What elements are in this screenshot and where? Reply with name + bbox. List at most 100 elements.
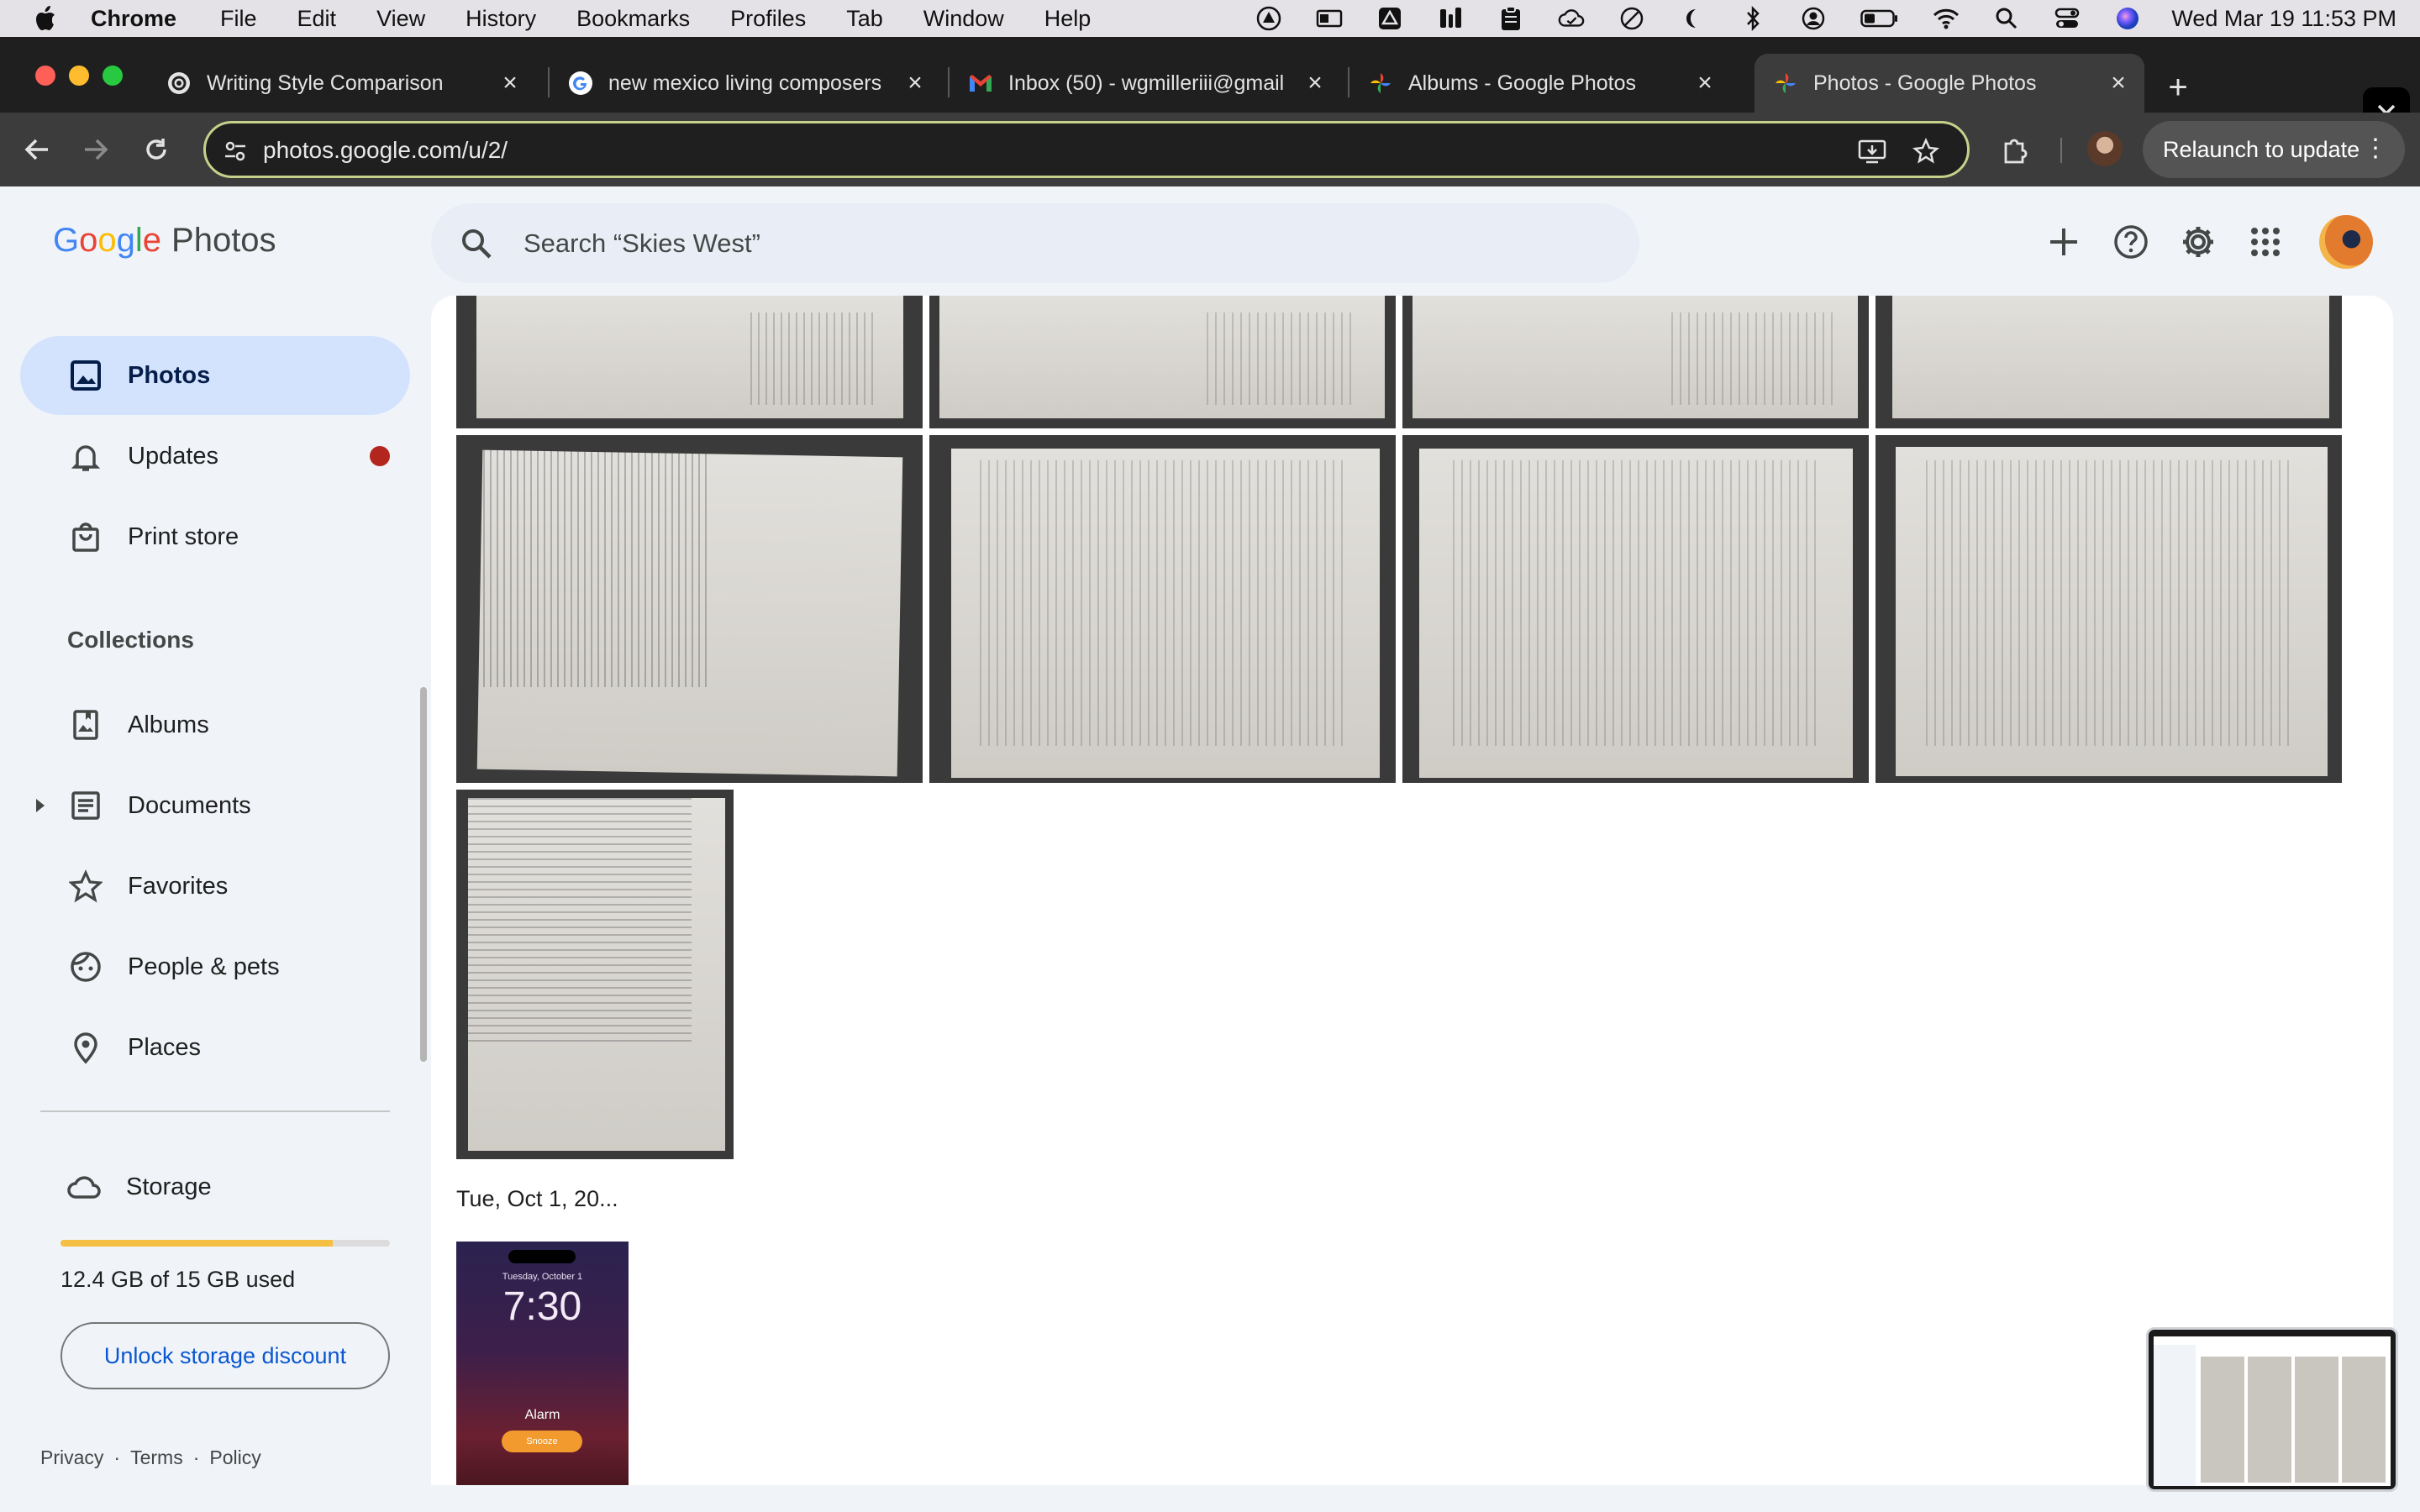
- cloud-sync-icon[interactable]: [1558, 6, 1585, 31]
- bar-chart-app-icon[interactable]: [1437, 6, 1464, 31]
- menu-edit[interactable]: Edit: [297, 6, 337, 32]
- install-app-icon[interactable]: [1858, 137, 1886, 165]
- menu-tab[interactable]: Tab: [846, 6, 883, 32]
- search-bar[interactable]: Search “Skies West”: [431, 203, 1639, 283]
- expand-arrow-icon[interactable]: [32, 797, 49, 814]
- phone-notch: [508, 1250, 576, 1263]
- bookmark-star-icon[interactable]: [1912, 137, 1940, 165]
- clipboard-icon[interactable]: [1497, 6, 1524, 31]
- chatgpt-icon: [166, 71, 192, 96]
- address-bar-url[interactable]: photos.google.com/u/2/: [263, 137, 508, 164]
- more-vert-icon[interactable]: ⋮: [2363, 134, 2388, 163]
- tab-google-search[interactable]: new mexico living composers ×: [550, 54, 941, 113]
- sidebar-item-updates[interactable]: Updates: [20, 417, 410, 496]
- sidebar-item-albums[interactable]: Albums: [20, 685, 410, 764]
- help-button[interactable]: [2111, 222, 2151, 262]
- sidebar-item-label: Documents: [128, 791, 251, 819]
- menu-bar-clock[interactable]: Wed Mar 19 11:53 PM: [2171, 6, 2396, 32]
- chrome-profile-avatar[interactable]: [2087, 131, 2123, 166]
- close-icon[interactable]: ×: [1302, 69, 1328, 97]
- phone-lock-time: 7:30: [502, 1284, 582, 1329]
- siri-icon[interactable]: [2114, 6, 2141, 31]
- face-icon: [67, 948, 104, 985]
- photo-thumbnail-alarm-screenshot[interactable]: Tuesday, October 1 7:30 Alarm Snooze: [456, 1242, 629, 1485]
- search-icon[interactable]: [460, 227, 493, 260]
- menu-window[interactable]: Window: [923, 6, 1004, 32]
- close-icon[interactable]: ×: [902, 69, 928, 97]
- screenshot-preview-thumbnail[interactable]: [2146, 1327, 2398, 1492]
- extensions-button[interactable]: [1996, 131, 2033, 168]
- photo-thumbnail[interactable]: [456, 296, 923, 428]
- photo-thumbnail[interactable]: [929, 296, 1396, 428]
- menu-app-name[interactable]: Chrome: [91, 6, 176, 32]
- photo-thumbnail[interactable]: [1402, 435, 1869, 783]
- wifi-icon[interactable]: [1933, 6, 1960, 31]
- google-account-avatar[interactable]: [2319, 215, 2373, 269]
- window-minimize-button[interactable]: [69, 66, 89, 86]
- new-tab-button[interactable]: +: [2161, 69, 2195, 106]
- sidebar-item-storage[interactable]: Storage: [20, 1147, 410, 1226]
- menu-bookmarks[interactable]: Bookmarks: [576, 6, 690, 32]
- reader-icon[interactable]: [1316, 6, 1343, 31]
- photo-thumbnail[interactable]: [456, 435, 923, 783]
- shopping-bag-icon: [67, 518, 104, 555]
- moon-icon[interactable]: [1679, 6, 1706, 31]
- close-icon[interactable]: ×: [1692, 69, 1718, 97]
- sidebar-item-print-store[interactable]: Print store: [20, 497, 410, 576]
- google-g-icon: [568, 71, 593, 96]
- photo-thumbnail[interactable]: [456, 790, 734, 1159]
- menu-help[interactable]: Help: [1044, 6, 1092, 32]
- site-info-icon[interactable]: [223, 139, 248, 164]
- tab-photos-google-photos[interactable]: Photos - Google Photos ×: [1754, 54, 2144, 113]
- battery-icon[interactable]: [1860, 6, 1899, 31]
- apple-logo-icon[interactable]: [32, 4, 57, 33]
- settings-button[interactable]: [2178, 222, 2218, 262]
- delta-icon[interactable]: [1255, 6, 1282, 31]
- policy-link[interactable]: Policy: [209, 1446, 260, 1469]
- sidebar-scrollbar[interactable]: [420, 687, 427, 1062]
- tab-gmail-inbox[interactable]: Inbox (50) - wgmilleriii@gmail ×: [950, 54, 1341, 113]
- window-zoom-button[interactable]: [103, 66, 123, 86]
- unlock-storage-discount-button[interactable]: Unlock storage discount: [60, 1322, 390, 1389]
- privacy-link[interactable]: Privacy: [40, 1446, 103, 1469]
- photo-thumbnail[interactable]: [1876, 296, 2342, 428]
- google-drive-icon[interactable]: [1376, 6, 1403, 31]
- window-close-button[interactable]: [35, 66, 55, 86]
- storage-usage-text: 12.4 GB of 15 GB used: [60, 1267, 296, 1292]
- close-icon[interactable]: ×: [497, 69, 523, 97]
- reload-button[interactable]: [138, 131, 175, 168]
- menu-history[interactable]: History: [466, 6, 536, 32]
- footer-links: Privacy · Terms · Policy: [40, 1446, 261, 1469]
- sidebar-item-people-pets[interactable]: People & pets: [20, 927, 410, 1006]
- tab-writing-style[interactable]: Writing Style Comparison ×: [148, 54, 536, 113]
- google-photos-icon: [1368, 71, 1393, 96]
- photo-thumbnail[interactable]: [1876, 435, 2342, 783]
- control-center-icon[interactable]: [2054, 6, 2081, 31]
- google-apps-button[interactable]: [2245, 222, 2286, 262]
- photo-thumbnail[interactable]: [1402, 296, 1869, 428]
- forward-button[interactable]: [77, 131, 114, 168]
- spotlight-search-icon[interactable]: [1993, 6, 2020, 31]
- relaunch-to-update-button[interactable]: Relaunch to update ⋮: [2143, 121, 2405, 178]
- tab-title: new mexico living composers: [608, 71, 882, 95]
- address-bar[interactable]: photos.google.com/u/2/: [203, 121, 1970, 178]
- sidebar-item-favorites[interactable]: Favorites: [20, 847, 410, 926]
- create-button[interactable]: [2044, 222, 2084, 262]
- sidebar-item-places[interactable]: Places: [20, 1008, 410, 1087]
- menu-view[interactable]: View: [376, 6, 425, 32]
- sidebar-item-photos[interactable]: Photos: [20, 336, 410, 415]
- google-photos-icon: [1773, 71, 1798, 96]
- do-not-disturb-icon[interactable]: [1618, 6, 1645, 31]
- puzzle-piece-icon: [2004, 139, 2028, 164]
- terms-link[interactable]: Terms: [130, 1446, 183, 1469]
- photo-thumbnail[interactable]: [929, 435, 1396, 783]
- close-icon[interactable]: ×: [2106, 69, 2131, 97]
- menu-profiles[interactable]: Profiles: [730, 6, 806, 32]
- sidebar-item-documents[interactable]: Documents: [20, 766, 410, 845]
- bluetooth-icon[interactable]: [1739, 6, 1766, 31]
- menu-file[interactable]: File: [220, 6, 257, 32]
- back-button[interactable]: [18, 131, 55, 168]
- tab-title: Albums - Google Photos: [1408, 71, 1636, 95]
- user-account-icon[interactable]: [1800, 6, 1827, 31]
- tab-albums-google-photos[interactable]: Albums - Google Photos ×: [1349, 54, 1731, 113]
